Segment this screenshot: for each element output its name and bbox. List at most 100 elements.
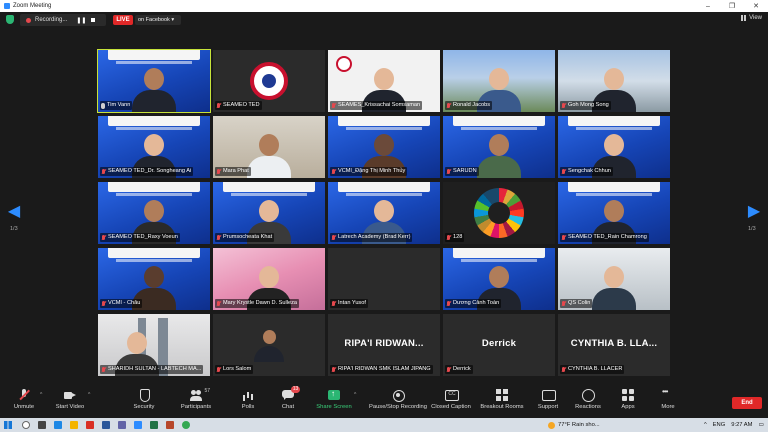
participant-name-label: Mary Krystle Dawn D. Sulleza — [215, 299, 299, 308]
security-button[interactable]: Security — [120, 389, 168, 417]
weather-rain-icon — [548, 421, 555, 429]
windows-start-icon[interactable] — [4, 421, 12, 429]
participant-tile[interactable]: SEAMES_Krissachai Somsaman — [328, 50, 440, 112]
participant-tile[interactable]: Sengchak Chhun — [558, 116, 670, 178]
file-explorer-app-icon[interactable] — [70, 421, 78, 429]
participant-tile[interactable]: Latrech Academy (Brad Kerr) — [328, 182, 440, 244]
breakout-rooms-icon — [496, 389, 508, 401]
participant-tile[interactable]: Prumsocheata Khat — [213, 182, 325, 244]
participant-tile[interactable]: Intan Yusof — [328, 248, 440, 310]
participant-tile[interactable]: SEAMEO TED_Dr. Songheang Ai — [98, 116, 210, 178]
participant-tile[interactable]: 128 — [443, 182, 555, 244]
chat-unread-badge: 13 — [291, 386, 300, 393]
zoom-logo-icon — [4, 3, 10, 9]
security-shield-icon[interactable] — [6, 15, 14, 24]
participant-name-label: 128 — [445, 233, 465, 242]
participant-name-label: SEAMEO TED_Rain Chamrong — [560, 233, 649, 242]
recording-indicator: Recording... ❚❚ — [20, 14, 106, 26]
chrome-app-icon[interactable] — [182, 421, 190, 429]
minimize-button[interactable]: – — [696, 0, 720, 12]
participant-tile[interactable]: SEAMEO TED — [213, 50, 325, 112]
edge-app-icon[interactable] — [54, 421, 62, 429]
participant-tile[interactable]: VCMI_Đặng Thị Minh Thủy — [328, 116, 440, 178]
excel-app-icon[interactable] — [150, 421, 158, 429]
mic-muted-icon — [216, 234, 221, 241]
share-screen-button[interactable]: Share Screen — [310, 389, 358, 417]
participant-tile[interactable]: SHARIDH SULTAN - LABTECH MA... — [98, 314, 210, 376]
support-icon — [542, 389, 556, 401]
participant-tile[interactable]: Derrick Derrick — [443, 314, 555, 376]
mic-muted-icon — [101, 168, 106, 175]
share-screen-icon — [328, 389, 340, 401]
mic-muted-icon — [446, 300, 451, 307]
mic-muted-icon — [561, 300, 566, 307]
participant-tile[interactable]: RIPA'I RIDWAN... RIPA'I RIDWAN SMK ISLAM… — [328, 314, 440, 376]
view-label: View — [749, 15, 762, 21]
participant-name-label: Mara Phat — [215, 167, 251, 176]
participant-name-label: SEAMEO TED_Dr. Songheang Ai — [100, 167, 194, 176]
participant-tile[interactable]: Mara Phat — [213, 116, 325, 178]
participant-tile[interactable]: Lors Salom — [213, 314, 325, 376]
weather-widget[interactable]: 77°F Rain sho... — [548, 418, 600, 432]
participant-name-label: VCMI - Châu — [100, 299, 143, 308]
task-view-icon[interactable] — [38, 421, 46, 429]
participant-tile[interactable]: SARUDN — [443, 116, 555, 178]
participant-tile[interactable]: QS Colin — [558, 248, 670, 310]
mic-muted-icon — [331, 234, 336, 241]
mic-muted-icon — [331, 102, 336, 109]
grid-view-icon — [741, 15, 748, 21]
video-options-caret-icon[interactable]: ^ — [88, 392, 90, 398]
language-indicator[interactable]: ENG — [713, 422, 726, 428]
participant-tile[interactable]: Mary Krystle Dawn D. Sulleza — [213, 248, 325, 310]
polls-icon — [242, 389, 254, 401]
start-video-button[interactable]: Start Video — [46, 389, 94, 417]
acrobat-app-icon[interactable] — [86, 421, 94, 429]
closed-caption-button[interactable]: Closed Caption — [426, 389, 476, 417]
maximize-button[interactable]: ❐ — [720, 0, 744, 12]
participant-tile[interactable]: VCMI - Châu — [98, 248, 210, 310]
participant-tile[interactable]: Ronald Jacobs — [443, 50, 555, 112]
participant-name-label: Sengchak Chhun — [560, 167, 613, 176]
more-button[interactable]: More — [644, 387, 692, 417]
notifications-icon[interactable]: ▭ — [759, 422, 764, 428]
participant-tile[interactable]: Goh Mong Song — [558, 50, 670, 112]
previous-page-arrow-icon[interactable]: ◀ — [6, 200, 22, 224]
next-page-arrow-icon[interactable]: ▶ — [746, 200, 762, 224]
live-stream-dropdown[interactable]: on Facebook ▾ — [135, 15, 181, 25]
tray-chevron-icon[interactable]: ^ — [704, 422, 707, 428]
mic-muted-icon — [446, 102, 451, 109]
participant-tile[interactable]: Tim Vann — [97, 49, 211, 113]
close-window-button[interactable]: ✕ — [744, 0, 768, 12]
participants-button[interactable]: 57 Participants — [172, 388, 220, 417]
pause-recording-icon[interactable]: ❚❚ — [76, 17, 86, 24]
participant-tile[interactable]: SEAMEO TED_Rain Chamrong — [558, 182, 670, 244]
participant-name-label: Dương Cảnh Toàn — [445, 299, 502, 308]
clock[interactable]: 9:27 AM — [731, 422, 752, 428]
participant-tile[interactable]: CYNTHIA B. LLA... CYNTHIA B. LLACER — [558, 314, 670, 376]
participant-name-label: Latrech Academy (Brad Kerr) — [330, 233, 413, 242]
breakout-rooms-button[interactable]: Breakout Rooms — [476, 389, 528, 417]
pause-stop-recording-button[interactable]: Pause/Stop Recording — [368, 389, 428, 417]
chat-icon: 13 — [282, 386, 300, 401]
participant-name-label: QS Colin — [560, 299, 593, 308]
share-options-caret-icon[interactable]: ^ — [354, 392, 356, 398]
audio-options-caret-icon[interactable]: ^ — [40, 392, 42, 398]
mic-muted-icon — [561, 234, 566, 241]
sdg-wheel-logo — [474, 188, 524, 238]
view-button[interactable]: View — [741, 15, 762, 21]
word-app-icon[interactable] — [102, 421, 110, 429]
page-indicator-right: 1/3 — [748, 226, 756, 232]
zoom-app-icon[interactable] — [134, 421, 142, 429]
stop-recording-icon[interactable] — [91, 18, 96, 22]
search-icon[interactable] — [22, 421, 30, 429]
participant-name-label: CYNTHIA B. LLACER — [560, 365, 625, 374]
participant-tile[interactable]: SEAMEO TED_Raxy Voeun — [98, 182, 210, 244]
powerpoint-app-icon[interactable] — [166, 421, 174, 429]
teams-app-icon[interactable] — [118, 421, 126, 429]
participant-tile[interactable]: Dương Cảnh Toàn — [443, 248, 555, 310]
mic-muted-icon — [331, 366, 336, 373]
record-icon — [392, 389, 405, 402]
chat-button[interactable]: 13 Chat — [264, 386, 312, 417]
end-meeting-button[interactable]: End — [732, 397, 762, 409]
mic-muted-icon — [216, 366, 221, 373]
